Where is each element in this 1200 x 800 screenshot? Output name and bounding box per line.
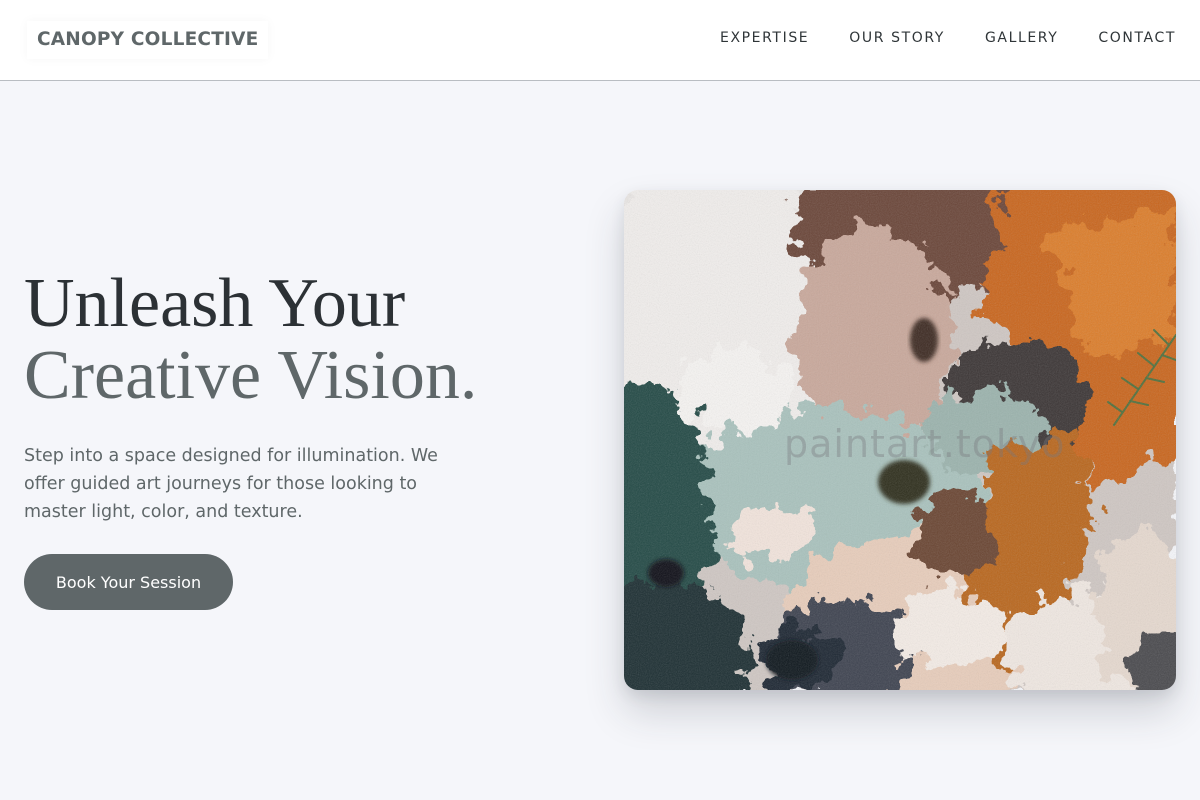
nav-link-our-story[interactable]: OUR STORY [849,29,945,47]
main-nav: EXPERTISE OUR STORY GALLERY CONTACT [720,29,1176,47]
headline-line-2: Creative Vision. [24,337,478,414]
brand-logo[interactable]: CANOPY COLLECTIVE [27,21,269,59]
hero-text-block: Unleash Your Creative Vision. Step into … [24,268,544,526]
top-navigation-bar: CANOPY COLLECTIVE EXPERTISE OUR STORY GA… [0,0,1200,81]
headline-line-1: Unleash Your [24,265,406,342]
nav-link-gallery[interactable]: GALLERY [985,29,1058,47]
nav-link-contact[interactable]: CONTACT [1098,29,1176,47]
hero-headline: Unleash Your Creative Vision. [24,268,544,412]
hero-description: Step into a space designed for illuminat… [24,446,438,522]
nav-link-expertise[interactable]: EXPERTISE [720,29,809,47]
book-session-button[interactable]: Book Your Session [24,554,233,610]
hero-artwork-image: paintart.tokyo [624,190,1176,690]
image-watermark: paintart.tokyo [784,422,1066,466]
